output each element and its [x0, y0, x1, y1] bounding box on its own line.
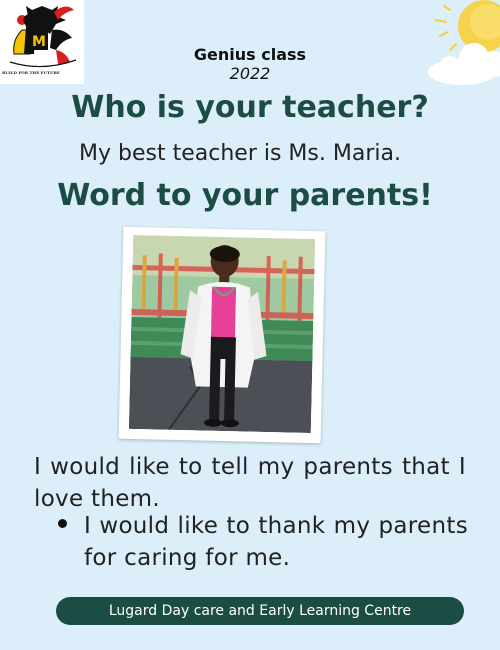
school-name-badge: Lugard Day care and Early Learning Centr…: [56, 597, 464, 625]
parents-bullet: I would like to thank my parents for car…: [84, 513, 468, 571]
parents-heading: Word to your parents!: [57, 178, 433, 213]
photo-frame: [118, 226, 326, 444]
bullet-icon: [58, 519, 67, 528]
teacher-answer: My best teacher is Ms. Maria.: [79, 141, 401, 166]
class-title: Genius class: [193, 45, 307, 64]
class-year: 2022: [229, 64, 271, 83]
student-photo: [128, 234, 316, 434]
teacher-heading: Who is your teacher?: [71, 90, 429, 125]
poster: M BUILD FOR THE FUTURE Genius class 2022…: [0, 0, 500, 650]
parents-message: I would like to tell my parents that I l…: [34, 454, 466, 512]
